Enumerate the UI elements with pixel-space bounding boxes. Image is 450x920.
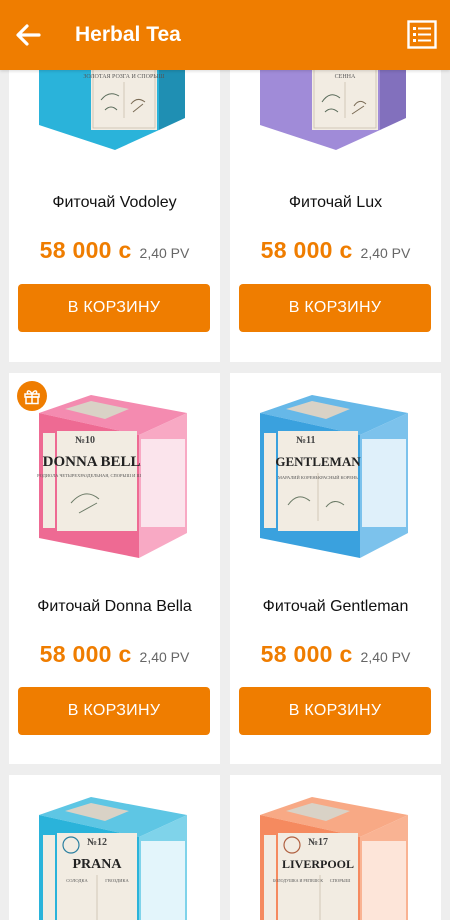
box-text: КРАСНЫЙ КОРЕНЬ bbox=[318, 475, 358, 480]
arrow-left-icon bbox=[16, 24, 41, 46]
gift-icon bbox=[24, 390, 40, 405]
box-label: GENTLEMAN bbox=[275, 454, 361, 469]
product-card[interactable]: №17 LIVERPOOL БОЛОДУШКА И РЕПЕШОК СПОРЫШ bbox=[230, 775, 441, 920]
box-number: №10 bbox=[75, 435, 95, 446]
add-to-cart-button[interactable]: В КОРЗИНУ bbox=[239, 687, 431, 735]
price-row: 58 000 с 2,40 PV bbox=[9, 641, 220, 668]
box-number: №12 bbox=[87, 837, 107, 848]
product-price: 58 000 с bbox=[260, 641, 353, 667]
add-to-cart-button[interactable]: В КОРЗИНУ bbox=[18, 687, 210, 735]
product-pv: 2,40 PV bbox=[360, 245, 411, 261]
product-card[interactable]: №12 PRANA СОЛОДКА ГВОЗДИКА bbox=[9, 775, 220, 920]
product-name[interactable]: Фиточай Lux bbox=[230, 194, 441, 212]
add-to-cart-button[interactable]: В КОРЗИНУ bbox=[239, 284, 431, 332]
box-text: СОЛОДКА bbox=[66, 878, 88, 883]
app-bar: Herbal Tea bbox=[0, 0, 450, 70]
price-row: 58 000 с 2,40 PV bbox=[9, 237, 220, 264]
list-view-button[interactable] bbox=[407, 20, 437, 49]
box-text: ГВОЗДИКА bbox=[105, 878, 129, 883]
product-price: 58 000 с bbox=[260, 237, 353, 263]
box-text: СЕННА bbox=[335, 74, 356, 80]
product-pv: 2,40 PV bbox=[360, 649, 411, 665]
product-name[interactable]: Фиточай Gentleman bbox=[230, 598, 441, 616]
box-number: №11 bbox=[296, 435, 316, 446]
app-screen: Herbal Tea ЗОЛОТАЯ РОЗГА И СПОРЫШ Фиточа… bbox=[0, 0, 450, 920]
box-text: ЗОЛОТАЯ РОЗГА И СПОРЫШ bbox=[83, 74, 164, 80]
product-card[interactable]: №10 DONNA BELLA РОДИОЛА ЧЕТЫРЕХРАЗДЕЛЬНА… bbox=[9, 373, 220, 764]
product-image[interactable]: №17 LIVERPOOL БОЛОДУШКА И РЕПЕШОК СПОРЫШ bbox=[230, 775, 441, 920]
price-row: 58 000 с 2,40 PV bbox=[230, 641, 441, 668]
box-number: №17 bbox=[308, 837, 328, 848]
product-image[interactable]: №12 PRANA СОЛОДКА ГВОЗДИКА bbox=[9, 775, 220, 920]
product-price: 58 000 с bbox=[39, 641, 132, 667]
box-text: МАРАЛИЙ КОРЕНЬ bbox=[278, 475, 319, 480]
product-price: 58 000 с bbox=[39, 237, 132, 263]
add-to-cart-button[interactable]: В КОРЗИНУ bbox=[18, 284, 210, 332]
box-label: PRANA bbox=[73, 857, 123, 872]
product-name[interactable]: Фиточай Donna Bella bbox=[9, 598, 220, 616]
price-row: 58 000 с 2,40 PV bbox=[230, 237, 441, 264]
product-card[interactable]: №11 GENTLEMAN МАРАЛИЙ КОРЕНЬ КРАСНЫЙ КОР… bbox=[230, 373, 441, 764]
product-image[interactable]: №11 GENTLEMAN МАРАЛИЙ КОРЕНЬ КРАСНЫЙ КОР… bbox=[230, 373, 441, 573]
product-pv: 2,40 PV bbox=[139, 245, 190, 261]
list-view-icon bbox=[407, 20, 437, 49]
box-text: БОЛОДУШКА И РЕПЕШОК bbox=[273, 878, 323, 883]
product-name[interactable]: Фиточай Vodoley bbox=[9, 194, 220, 212]
product-pv: 2,40 PV bbox=[139, 649, 190, 665]
box-label: DONNA BELLA bbox=[43, 454, 152, 470]
box-text: СПОРЫШ bbox=[330, 878, 351, 883]
box-label: LIVERPOOL bbox=[282, 857, 354, 871]
gift-badge bbox=[17, 381, 47, 411]
page-title: Herbal Tea bbox=[75, 23, 181, 46]
back-button[interactable] bbox=[12, 19, 44, 51]
